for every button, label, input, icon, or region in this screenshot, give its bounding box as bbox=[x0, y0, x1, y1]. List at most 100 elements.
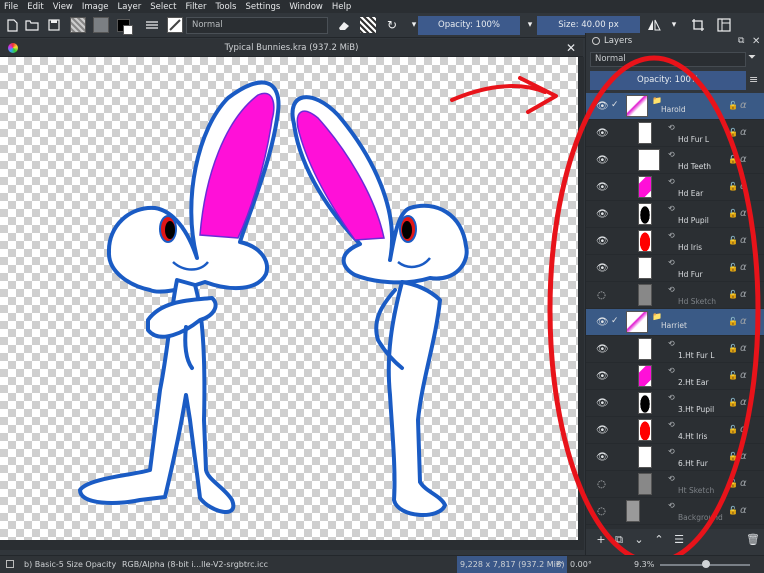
visibility-eye-icon[interactable]: 👁 bbox=[596, 236, 609, 247]
canvas-vertical-scrollbar[interactable] bbox=[578, 57, 584, 540]
layer-row[interactable]: 👁 ⟲ 1.Ht Fur L 🔓 α bbox=[586, 336, 764, 363]
lock-icon[interactable]: 🔓 bbox=[728, 425, 738, 434]
hidden-eye-icon[interactable]: ◌ bbox=[596, 506, 607, 517]
layer-name[interactable]: Background bbox=[678, 513, 723, 522]
layer-name[interactable]: Hd Ear bbox=[678, 189, 703, 198]
zoom-slider-handle[interactable] bbox=[702, 560, 710, 568]
layer-select-checkbox[interactable] bbox=[611, 344, 620, 353]
visibility-eye-icon[interactable]: 👁 bbox=[596, 425, 609, 436]
layer-row[interactable]: 👁 ⟲ Hd Pupil 🔓 α bbox=[586, 201, 764, 228]
alpha-inherit-icon[interactable]: α bbox=[740, 505, 747, 516]
hidden-eye-icon[interactable]: ◌ bbox=[596, 479, 607, 490]
visibility-eye-icon[interactable]: 👁 bbox=[596, 371, 609, 382]
alpha-inherit-icon[interactable]: α bbox=[740, 181, 747, 192]
layer-row[interactable]: ◌ ⟲ Hd Sketch 🔓 α bbox=[586, 282, 764, 309]
alpha-inherit-icon[interactable]: α bbox=[740, 127, 747, 138]
layer-name[interactable]: Hd Iris bbox=[678, 243, 702, 252]
visibility-eye-icon[interactable]: 👁 bbox=[596, 452, 609, 463]
hidden-eye-icon[interactable]: ◌ bbox=[596, 290, 607, 301]
layer-select-checkbox[interactable] bbox=[611, 506, 620, 515]
menu-filter[interactable]: Filter bbox=[185, 2, 206, 12]
layer-name[interactable]: Hd Pupil bbox=[678, 216, 709, 225]
rotate-icon[interactable]: ↶ bbox=[556, 556, 563, 573]
lock-icon[interactable]: 🔓 bbox=[728, 290, 738, 299]
lock-icon[interactable]: 🔓 bbox=[728, 263, 738, 272]
layer-row[interactable]: ◌ ⟲ Background 🔓 α bbox=[586, 498, 764, 525]
selection-mode-icon[interactable] bbox=[6, 560, 14, 568]
alpha-inherit-icon[interactable]: α bbox=[740, 316, 747, 327]
dropdown-arrow-icon[interactable]: ▾ bbox=[522, 17, 538, 33]
lock-icon[interactable]: 🔓 bbox=[728, 182, 738, 191]
lock-icon[interactable]: 🔓 bbox=[728, 479, 738, 488]
layer-row[interactable]: 👁 ⟲ Hd Iris 🔓 α bbox=[586, 228, 764, 255]
visibility-eye-icon[interactable]: 👁 bbox=[596, 263, 609, 274]
layer-select-checkbox[interactable] bbox=[611, 398, 620, 407]
layer-name[interactable]: Hd Fur bbox=[678, 270, 703, 279]
delete-layer-icon[interactable]: 🗑 bbox=[746, 533, 760, 547]
close-docker-icon[interactable]: ✕ bbox=[752, 33, 760, 50]
alpha-inherit-icon[interactable]: α bbox=[740, 208, 747, 219]
lock-docker-icon[interactable] bbox=[592, 37, 600, 45]
visibility-eye-icon[interactable]: 👁 bbox=[596, 317, 609, 328]
visibility-eye-icon[interactable]: 👁 bbox=[596, 101, 609, 112]
menu-layer[interactable]: Layer bbox=[118, 2, 142, 12]
lock-icon[interactable]: 🔓 bbox=[728, 209, 738, 218]
duplicate-layer-icon[interactable]: ⧉ bbox=[612, 533, 626, 547]
layer-row[interactable]: 👁 ⟲ Hd Fur 🔓 α bbox=[586, 255, 764, 282]
layer-blend-mode-select[interactable]: Normal bbox=[590, 52, 746, 67]
move-layer-up-icon[interactable]: ⌃ bbox=[652, 533, 666, 547]
lock-icon[interactable]: 🔓 bbox=[728, 317, 738, 326]
menu-help[interactable]: Help bbox=[332, 2, 351, 12]
menu-file[interactable]: File bbox=[4, 2, 18, 12]
layer-select-checkbox[interactable] bbox=[611, 479, 620, 488]
alpha-inherit-icon[interactable]: α bbox=[740, 235, 747, 246]
float-docker-icon[interactable]: ⧉ bbox=[738, 33, 744, 50]
layer-row[interactable]: 👁 ⟲ Hd Fur L 🔓 α bbox=[586, 120, 764, 147]
layer-select-checkbox[interactable] bbox=[611, 182, 620, 191]
layer-name[interactable]: 4.Ht Iris bbox=[678, 432, 707, 441]
mirror-horizontal-icon[interactable] bbox=[646, 17, 662, 33]
alpha-inherit-icon[interactable]: α bbox=[740, 262, 747, 273]
layer-row[interactable]: 👁 ⟲ 6.Ht Fur 🔓 α bbox=[586, 444, 764, 471]
gradient-preset-icon[interactable] bbox=[70, 17, 86, 33]
alpha-inherit-icon[interactable]: α bbox=[740, 343, 747, 354]
menu-image[interactable]: Image bbox=[82, 2, 109, 12]
layer-name[interactable]: Harold bbox=[661, 105, 686, 114]
layer-row[interactable]: 👁 ⟲ Hd Teeth 🔓 α bbox=[586, 147, 764, 174]
alpha-inherit-icon[interactable]: α bbox=[740, 370, 747, 381]
visibility-eye-icon[interactable]: 👁 bbox=[596, 155, 609, 166]
alpha-inherit-icon[interactable]: α bbox=[740, 397, 747, 408]
lock-icon[interactable]: 🔓 bbox=[728, 155, 738, 164]
move-layer-down-icon[interactable]: ⌄ bbox=[632, 533, 646, 547]
layer-row[interactable]: 👁 ⟲ 4.Ht Iris 🔓 α bbox=[586, 417, 764, 444]
menu-settings[interactable]: Settings bbox=[245, 2, 280, 12]
new-document-icon[interactable] bbox=[4, 17, 20, 33]
layer-name[interactable]: Hd Teeth bbox=[678, 162, 711, 171]
visibility-eye-icon[interactable]: 👁 bbox=[596, 344, 609, 355]
menu-select[interactable]: Select bbox=[150, 2, 176, 12]
layer-select-checkbox[interactable] bbox=[611, 371, 620, 380]
layer-select-checkbox[interactable] bbox=[611, 236, 620, 245]
layer-select-checkbox[interactable] bbox=[611, 128, 620, 137]
layer-name[interactable]: Harriet bbox=[661, 321, 687, 330]
layer-name[interactable]: Hd Fur L bbox=[678, 135, 709, 144]
lock-icon[interactable]: 🔓 bbox=[728, 371, 738, 380]
layer-name[interactable]: Hd Sketch bbox=[678, 297, 716, 306]
crop-icon[interactable] bbox=[690, 17, 706, 33]
workspace-icon[interactable] bbox=[716, 17, 732, 33]
layer-row[interactable]: 👁 ✓ 📁 Harriet 🔓 α bbox=[586, 309, 764, 336]
dropdown-arrow-icon[interactable]: ▾ bbox=[666, 17, 682, 33]
brush-preset-icon[interactable] bbox=[167, 17, 183, 33]
visibility-eye-icon[interactable]: 👁 bbox=[596, 128, 609, 139]
layer-select-checkbox[interactable] bbox=[611, 290, 620, 299]
alpha-inherit-icon[interactable]: α bbox=[740, 100, 747, 111]
layer-select-checkbox[interactable]: ✓ bbox=[611, 317, 620, 326]
layer-select-checkbox[interactable] bbox=[611, 263, 620, 272]
alpha-inherit-icon[interactable]: α bbox=[740, 478, 747, 489]
menu-edit[interactable]: Edit bbox=[27, 2, 43, 12]
menu-tools[interactable]: Tools bbox=[216, 2, 237, 12]
open-folder-icon[interactable] bbox=[24, 17, 40, 33]
menu-window[interactable]: Window bbox=[289, 2, 323, 12]
lock-icon[interactable]: 🔓 bbox=[728, 344, 738, 353]
add-layer-icon[interactable]: + bbox=[594, 533, 608, 547]
